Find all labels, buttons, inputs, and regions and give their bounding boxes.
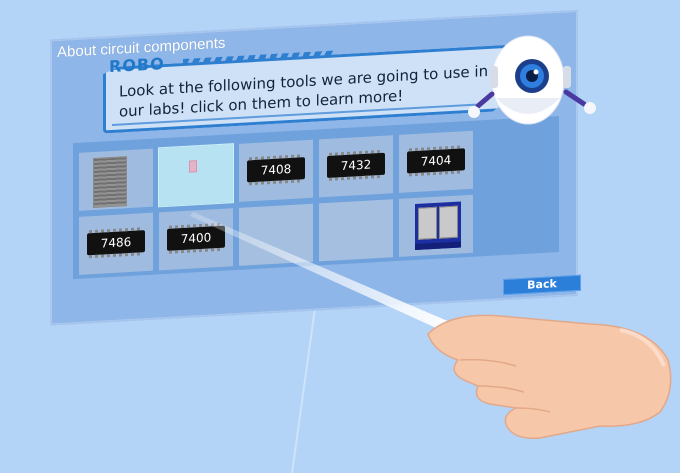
component-tile-7408[interactable]: 7408	[239, 139, 313, 202]
back-button[interactable]: Back	[503, 274, 581, 296]
probe-icon	[189, 160, 197, 173]
switch-box-icon	[415, 201, 461, 251]
breadboard-icon	[93, 156, 127, 209]
component-tile-empty-1[interactable]	[239, 203, 313, 266]
component-tile-breadboard[interactable]	[79, 148, 153, 211]
vr-scene: About circuit components ROBO Look at th…	[0, 0, 680, 473]
component-tile-7486[interactable]: 7486	[79, 212, 153, 275]
component-tile-7400[interactable]: 7400	[159, 208, 233, 271]
component-tile-switch[interactable]	[399, 194, 473, 257]
component-grid: 7408 7432 7404 7486 7400	[73, 115, 559, 280]
chip-7432: 7432	[327, 152, 385, 178]
component-tile-7404[interactable]: 7404	[399, 130, 473, 193]
component-tile-probe[interactable]	[158, 143, 234, 208]
speaker-name: ROBO	[109, 54, 165, 77]
switch-key-left	[418, 206, 437, 240]
component-tile-empty-2[interactable]	[319, 199, 393, 262]
chip-7408: 7408	[247, 157, 305, 183]
robot-mascot-icon	[468, 35, 596, 125]
vr-hand-pointer	[427, 314, 672, 440]
chip-7486: 7486	[87, 230, 145, 256]
switch-key-right	[439, 205, 458, 239]
chip-7404: 7404	[407, 148, 465, 174]
component-tile-7432[interactable]: 7432	[319, 135, 393, 198]
chip-7400: 7400	[167, 225, 225, 251]
